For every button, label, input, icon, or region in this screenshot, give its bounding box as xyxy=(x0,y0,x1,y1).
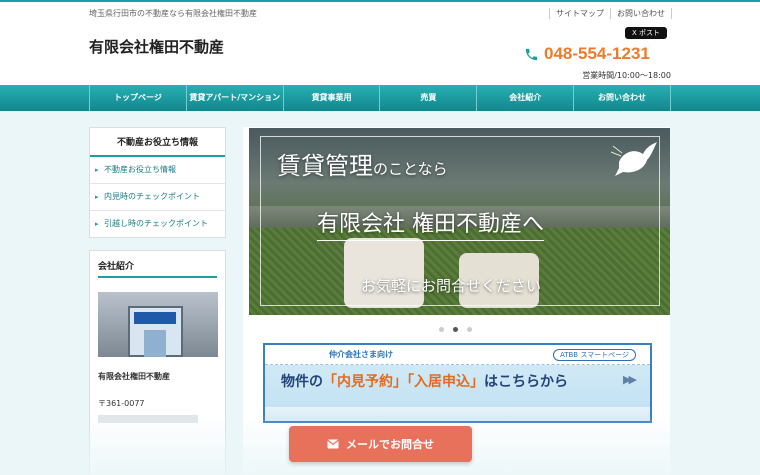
site-name[interactable]: 有限会社権田不動産 xyxy=(89,36,224,57)
global-nav: トップページ 賃貸アパート/マンション 賃貸事業用 売買 会社紹介 お問い合わせ xyxy=(0,85,760,111)
sidebar-item-viewing-checkpoints[interactable]: 内見時のチェックポイント xyxy=(90,184,225,211)
company-box-title: 会社紹介 xyxy=(98,259,217,278)
slider-dot[interactable] xyxy=(439,327,444,332)
double-arrow-icon: ▶▶ xyxy=(623,373,637,386)
business-hours: 営業時間/10:00〜18:00 xyxy=(582,71,671,80)
atbb-banner[interactable]: 仲介会社さま向け ATBB スマートページ 物件の「内見予約」「入居申込」はこち… xyxy=(263,343,652,423)
hero-slider[interactable]: 賃貸管理のことなら 有限会社 権田不動産へ お気軽にお問合せください xyxy=(249,128,670,315)
info-box: 不動産お役立ち情報 不動産お役立ち情報 内見時のチェックポイント 引越し時のチェ… xyxy=(89,127,226,238)
mail-contact-button[interactable]: メールでお問合せ xyxy=(289,426,472,462)
slider-dots xyxy=(439,327,472,332)
sidebar-item-moving-checkpoints[interactable]: 引越し時のチェックポイント xyxy=(90,211,225,237)
mail-button-label: メールでお問合せ xyxy=(346,438,434,451)
phone-block: 048-554-1231 xyxy=(524,44,650,64)
address-line xyxy=(98,415,198,423)
slider-company-name: 有限会社 権田不動産へ xyxy=(317,206,544,241)
sitemap-link[interactable]: サイトマップ xyxy=(549,8,610,19)
atbb-headline: 物件の「内見予約」「入居申込」はこちらから xyxy=(281,374,568,390)
phone-icon xyxy=(525,48,538,60)
site-header: 埼玉県行田市の不動産なら有限会社権田不動産 有限会社権田不動産 サイトマップ お… xyxy=(0,2,760,85)
slider-headline: 賃貸管理のことなら xyxy=(277,146,448,181)
office-photo xyxy=(98,292,218,357)
dove-icon xyxy=(610,142,657,176)
info-box-title: 不動産お役立ち情報 xyxy=(90,128,225,157)
slider-headline-big: 賃貸管理 xyxy=(277,152,373,180)
phone-number[interactable]: 048-554-1231 xyxy=(544,44,650,64)
nav-item-company[interactable]: 会社紹介 xyxy=(477,85,575,111)
mail-icon xyxy=(327,439,339,449)
slider-dot[interactable] xyxy=(467,327,472,332)
company-box: 会社紹介 有限会社権田不動産 〒361-0077 xyxy=(89,250,226,475)
slider-dot-active[interactable] xyxy=(453,327,458,332)
nav-item-top[interactable]: トップページ xyxy=(90,85,187,111)
nav-item-sale[interactable]: 売買 xyxy=(380,85,478,111)
atbb-label: 仲介会社さま向け xyxy=(329,350,393,359)
sidebar: 不動産お役立ち情報 不動産お役立ち情報 内見時のチェックポイント 引越し時のチェ… xyxy=(89,127,226,475)
top-links: サイトマップ お問い合わせ xyxy=(549,8,672,19)
slider-headline-small: のことなら xyxy=(373,160,448,178)
x-post-button[interactable]: X ポスト xyxy=(625,27,668,39)
postal-code: 〒361-0077 xyxy=(98,399,145,408)
slider-contact-text: お気軽にお問合せください xyxy=(361,277,542,295)
atbb-tag: ATBB スマートページ xyxy=(552,349,636,361)
sidebar-item-useful-info[interactable]: 不動産お役立ち情報 xyxy=(90,157,225,184)
nav-item-rental-business[interactable]: 賃貸事業用 xyxy=(284,85,381,111)
nav-item-rental-apartment[interactable]: 賃貸アパート/マンション xyxy=(187,85,284,111)
company-name: 有限会社権田不動産 xyxy=(98,372,170,381)
tagline: 埼玉県行田市の不動産なら有限会社権田不動産 xyxy=(89,9,257,18)
contact-link[interactable]: お問い合わせ xyxy=(610,8,672,19)
main-content: 賃貸管理のことなら 有限会社 権田不動産へ お気軽にお問合せください 仲介会社さ… xyxy=(243,127,670,475)
nav-item-contact[interactable]: お問い合わせ xyxy=(574,85,671,111)
